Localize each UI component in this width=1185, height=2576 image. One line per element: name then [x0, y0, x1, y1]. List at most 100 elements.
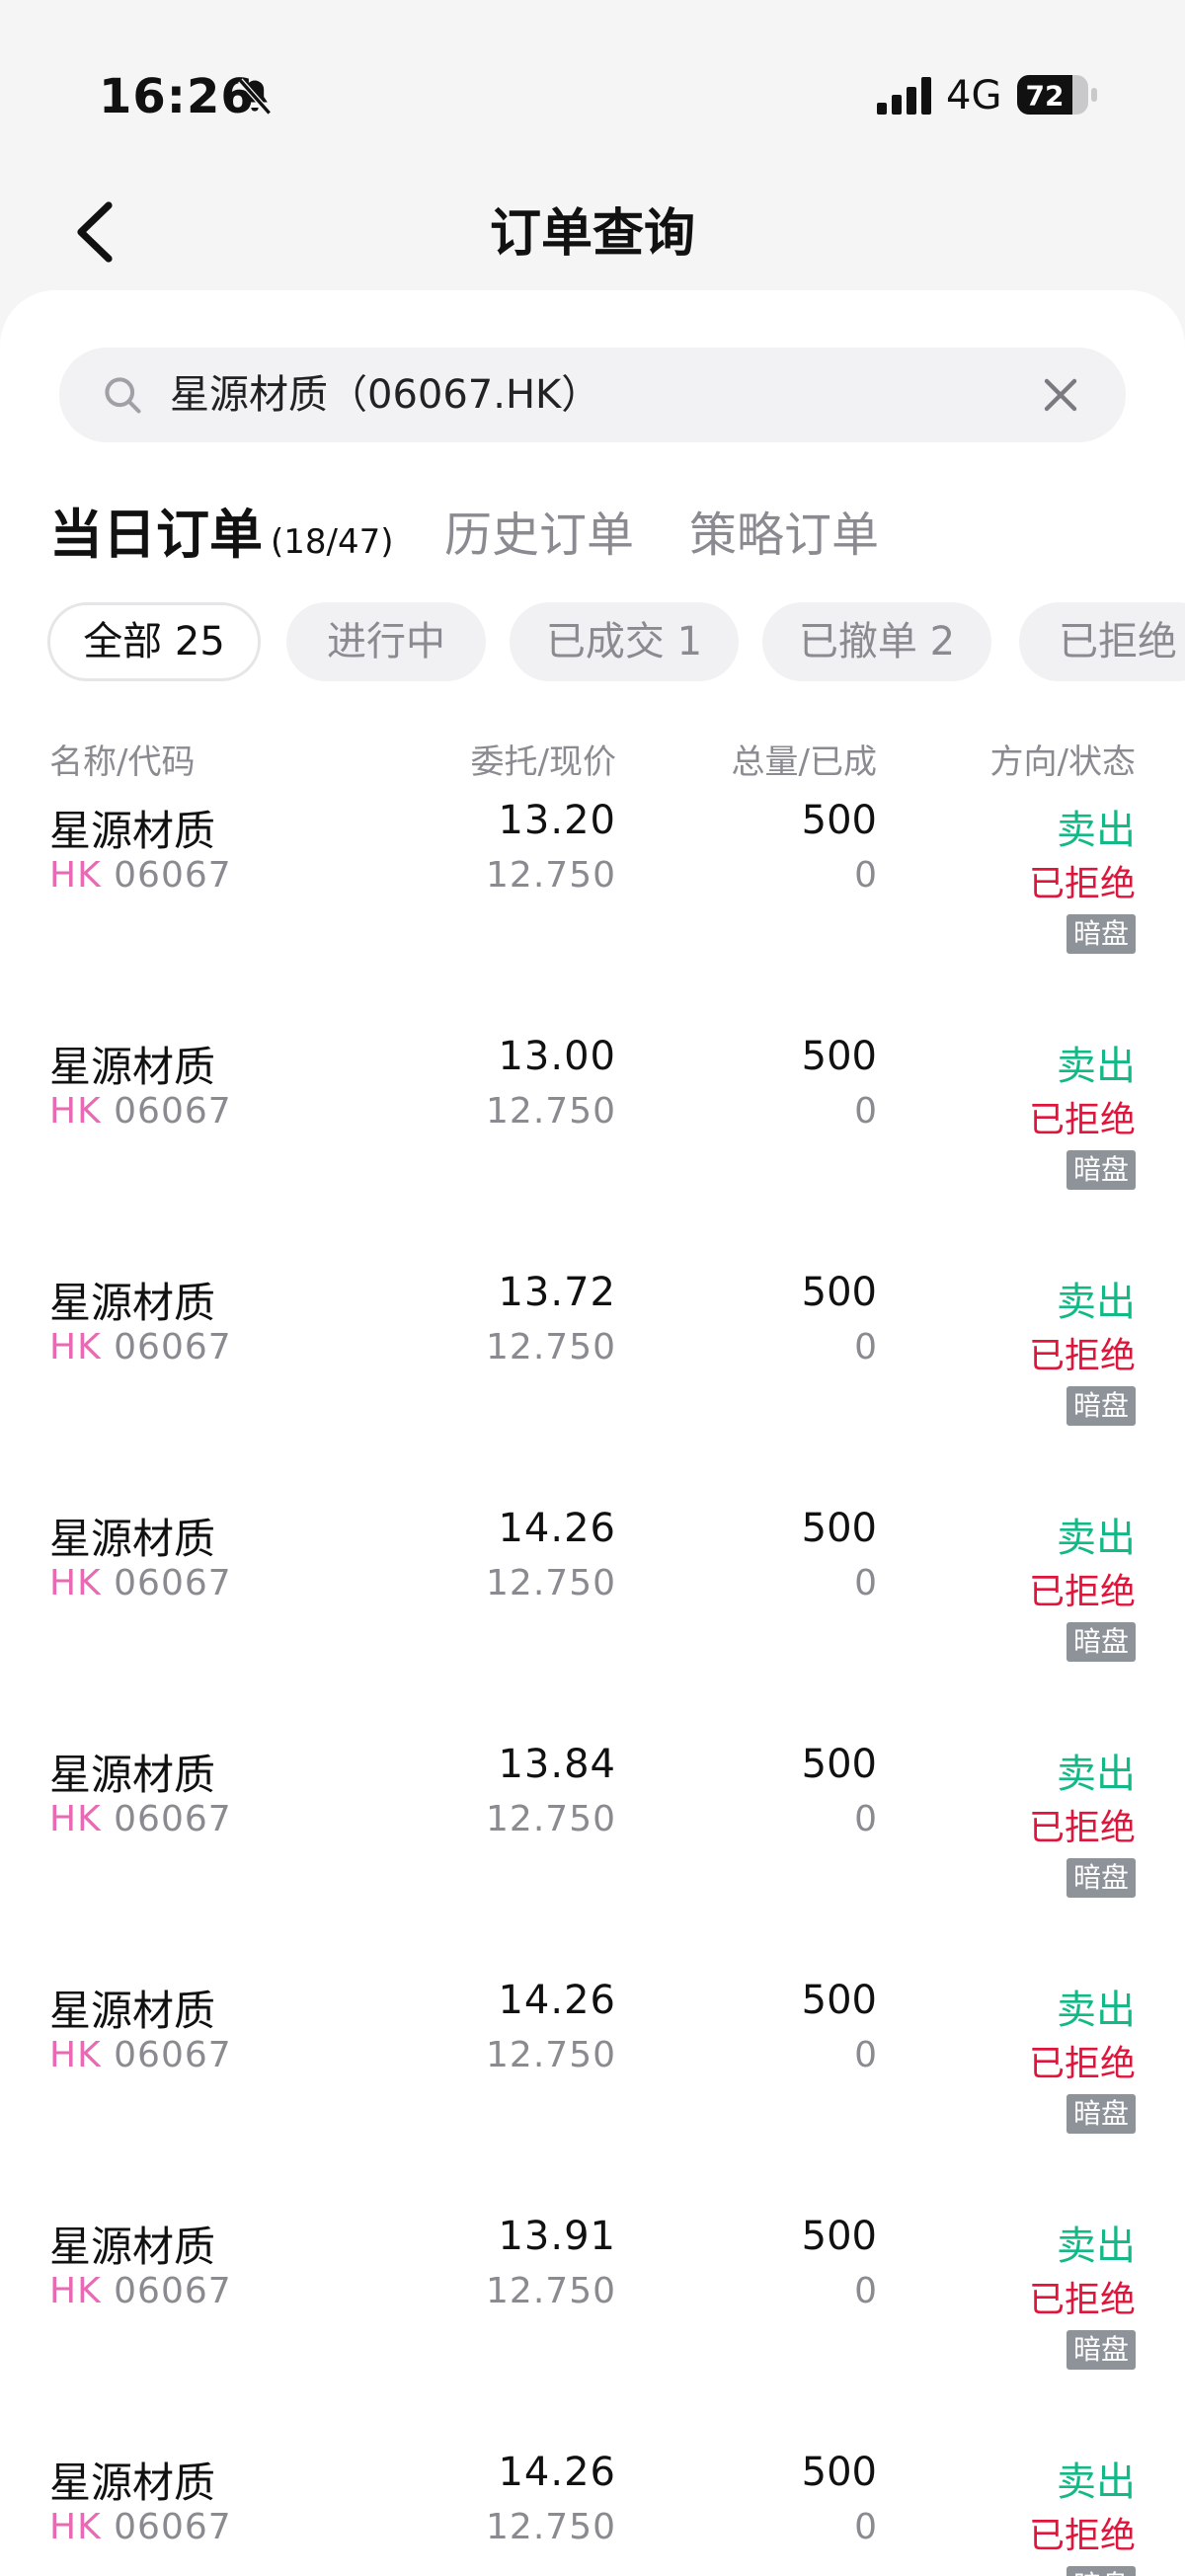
order-filled-qty: 0: [854, 1327, 877, 1367]
order-stock-code: 06067: [114, 1563, 232, 1603]
search-input[interactable]: 星源材质（06067.HK）: [170, 365, 600, 425]
order-market: HK: [49, 2271, 102, 2311]
order-price: 13.72: [498, 1270, 616, 1315]
order-direction: 卖出: [1057, 1988, 1136, 2033]
order-total-qty: 500: [801, 1034, 877, 1079]
order-direction: 卖出: [1057, 1044, 1136, 1089]
order-row[interactable]: 星源材质 14.26 12.750 500 0 卖出已拒绝暗盘 HK 06067: [0, 1978, 1185, 2213]
order-filled-qty: 0: [854, 2271, 877, 2311]
order-status: 已拒绝: [1028, 2516, 1136, 2556]
order-status: 已拒绝: [1028, 864, 1136, 904]
order-stock-code: 06067: [114, 1799, 232, 1839]
order-filled-qty: 0: [854, 855, 877, 896]
order-market: HK: [49, 855, 102, 896]
cellular-signal-icon: [877, 77, 931, 115]
order-name: 星源材质: [49, 1987, 216, 2035]
order-total-qty: 500: [801, 2450, 877, 2495]
order-row[interactable]: 星源材质 13.20 12.750 500 0 卖出 已拒绝 暗盘 HK 06067: [0, 798, 1185, 1033]
nav-header: 订单查询: [0, 178, 1185, 286]
order-code: HK 06067: [49, 2271, 232, 2311]
order-tabs: 当日订单 (18/47) 历史订单 策略订单: [49, 496, 1175, 575]
column-header-name-code: 名称/代码: [49, 742, 196, 782]
status-bar: 16:26 4G 72: [0, 0, 1185, 188]
order-current-price: 12.750: [486, 2271, 616, 2311]
order-status: 已拒绝: [1028, 1336, 1136, 1376]
tab-today-orders[interactable]: 当日订单 (18/47): [49, 496, 394, 582]
tab-strategy-orders[interactable]: 策略订单: [689, 496, 879, 575]
order-total-qty: 500: [801, 1978, 877, 2023]
order-direction: 卖出: [1057, 1752, 1136, 1797]
order-row[interactable]: 星源材质 13.72 12.750 500 0 卖出 已拒绝 暗盘 HK 06067: [0, 1270, 1185, 1505]
order-code: HK 06067: [49, 2507, 232, 2547]
order-market: HK: [49, 1091, 102, 1132]
order-stock-code: 06067: [114, 855, 232, 896]
order-session-badge: 暗盘: [1066, 1386, 1136, 1426]
filter-in-progress[interactable]: 进行中: [286, 602, 486, 681]
filter-cancelled[interactable]: 已撤单 2: [762, 602, 991, 681]
order-price: 14.26: [498, 1978, 616, 2023]
content-card: 星源材质（06067.HK） 当日订单 (18/47) 历史订单 策略订单 全部 …: [0, 290, 1185, 2576]
order-market: HK: [49, 1327, 102, 1367]
order-market: HK: [49, 2507, 102, 2547]
order-row[interactable]: 星源材质 13.00 12.750 500 0 卖出 已拒绝 暗盘 HK 06067: [0, 1034, 1185, 1269]
bell-muted-icon: [238, 78, 272, 116]
order-current-price: 12.750: [486, 1799, 616, 1839]
order-filled-qty: 0: [854, 1799, 877, 1839]
order-total-qty: 500: [801, 2214, 877, 2259]
order-row[interactable]: 星源材质 13.91 12.750 500 0 卖出 已拒绝 暗盘 HK 06067: [0, 2214, 1185, 2449]
network-type: 4G: [946, 73, 1002, 118]
order-session-badge: 暗盘: [1066, 914, 1136, 954]
search-bar[interactable]: 星源材质（06067.HK）: [59, 348, 1126, 442]
column-header-direction-status: 方向/状态: [989, 742, 1136, 782]
order-total-qty: 500: [801, 1742, 877, 1787]
order-market: HK: [49, 2035, 102, 2075]
order-row[interactable]: 星源材质 13.84 12.750 500 0 卖出 已拒绝 暗盘 HK 06067: [0, 1742, 1185, 1977]
column-header-qty: 总量/已成: [731, 742, 877, 782]
order-code: HK 06067: [49, 855, 232, 896]
order-code: HK 06067: [49, 2035, 232, 2075]
clear-icon[interactable]: [1041, 375, 1080, 415]
order-code: HK 06067: [49, 1327, 232, 1367]
order-filled-qty: 0: [854, 1091, 877, 1132]
battery-level: 72: [1026, 79, 1065, 112]
search-icon: [105, 377, 141, 414]
order-direction: 卖出: [1057, 1280, 1136, 1325]
order-direction: 卖出: [1057, 2224, 1136, 2269]
order-current-price: 12.750: [486, 1563, 616, 1603]
order-query-screen: 16:26 4G 72 订单查询 星源材质（06067.HK） 当日订单 (18…: [0, 0, 1185, 2576]
filter-filled[interactable]: 已成交 1: [510, 602, 739, 681]
order-name: 星源材质: [49, 1751, 216, 1799]
order-row[interactable]: 星源材质 14.26 12.750 500 0 卖出已拒绝暗盘 HK 06067: [0, 2450, 1185, 2576]
order-current-price: 12.750: [486, 2035, 616, 2075]
order-session-badge: 暗盘: [1066, 1622, 1136, 1662]
order-direction: 卖出: [1057, 808, 1136, 853]
order-stock-code: 06067: [114, 1327, 232, 1367]
order-session-badge: 暗盘: [1066, 1150, 1136, 1190]
status-filter-chips: 全部 25 进行中 已成交 1 已撤单 2 已拒绝: [47, 602, 1185, 687]
order-price: 14.26: [498, 2450, 616, 2495]
filter-rejected[interactable]: 已拒绝: [1019, 602, 1185, 681]
order-name: 星源材质: [49, 1043, 216, 1091]
column-header-price: 委托/现价: [470, 742, 616, 782]
order-name: 星源材质: [49, 1279, 216, 1327]
order-stock-code: 06067: [114, 2035, 232, 2075]
order-name: 星源材质: [49, 2223, 216, 2271]
order-status: 已拒绝: [1028, 1572, 1136, 1612]
order-status: 已拒绝: [1028, 2044, 1136, 2084]
order-stock-code: 06067: [114, 1091, 232, 1132]
order-price: 13.91: [498, 2214, 616, 2259]
status-time: 16:26: [99, 69, 255, 124]
order-filled-qty: 0: [854, 2507, 877, 2547]
tab-label: 当日订单: [49, 504, 263, 566]
order-price: 13.00: [498, 1034, 616, 1079]
order-current-price: 12.750: [486, 855, 616, 896]
order-name: 星源材质: [49, 807, 216, 855]
order-session-badge: 暗盘: [1066, 2330, 1136, 2370]
tab-history-orders[interactable]: 历史订单: [444, 496, 634, 575]
order-direction: 卖出: [1057, 2459, 1136, 2505]
order-price: 14.26: [498, 1506, 616, 1551]
filter-all[interactable]: 全部 25: [47, 602, 261, 681]
order-row[interactable]: 星源材质 14.26 12.750 500 0 卖出已拒绝暗盘 HK 06067: [0, 1506, 1185, 1741]
order-market: HK: [49, 1799, 102, 1839]
order-filled-qty: 0: [854, 2035, 877, 2075]
